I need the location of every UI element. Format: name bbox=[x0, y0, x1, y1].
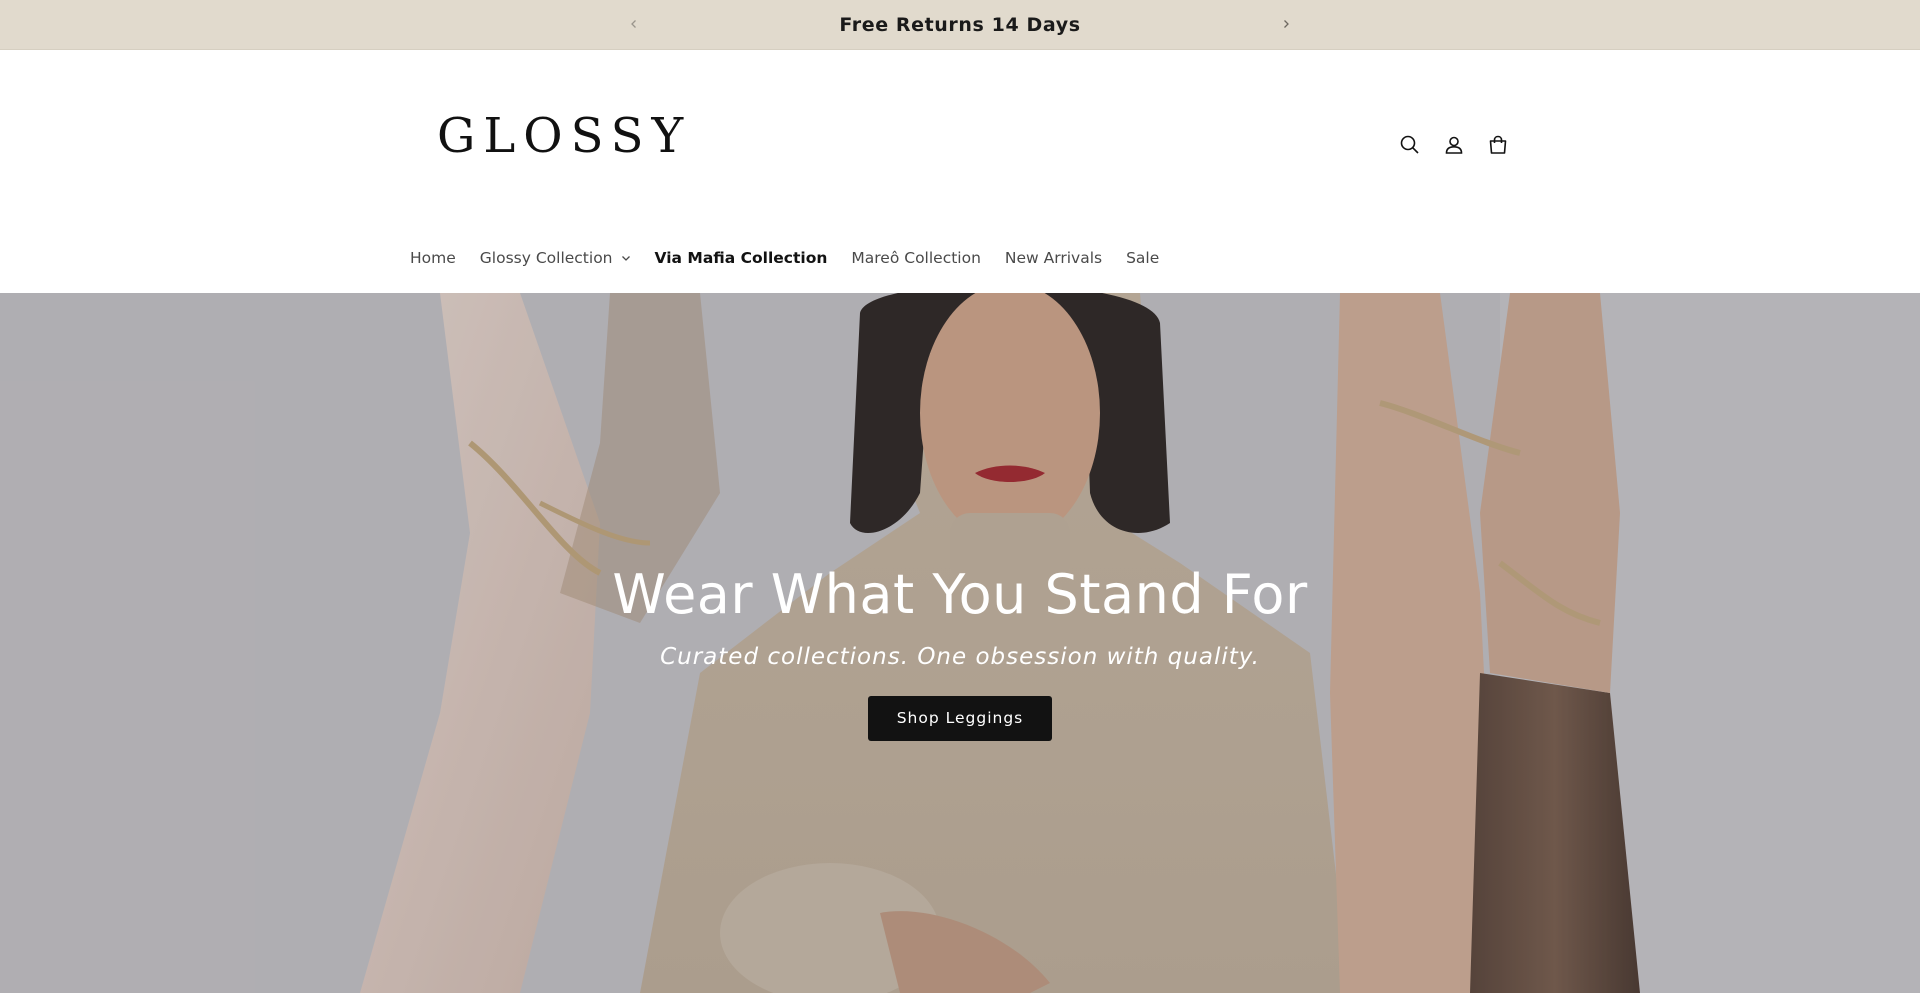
shop-leggings-button[interactable]: Shop Leggings bbox=[867, 695, 1053, 741]
announcement-bar: Free Returns 14 Days bbox=[0, 0, 1920, 50]
hero-content: Wear What You Stand For Curated collecti… bbox=[0, 563, 1920, 741]
search-icon[interactable] bbox=[1398, 133, 1422, 157]
header-icons bbox=[1398, 133, 1510, 157]
nav-item-new-arrivals[interactable]: New Arrivals bbox=[1005, 249, 1102, 267]
hero-subtitle: Curated collections. One obsession with … bbox=[660, 643, 1260, 670]
chevron-right-icon[interactable] bbox=[1274, 12, 1298, 36]
cart-icon[interactable] bbox=[1486, 133, 1510, 157]
nav-item-glossy-collection[interactable]: Glossy Collection bbox=[480, 249, 631, 267]
logo[interactable]: GLOSSY bbox=[437, 112, 691, 160]
chevron-left-icon[interactable] bbox=[622, 12, 646, 36]
site-header: GLOSSY Home Glossy Collection Via Mafia … bbox=[0, 50, 1920, 293]
nav-item-home[interactable]: Home bbox=[410, 249, 456, 267]
nav-item-mareo-collection[interactable]: Mareô Collection bbox=[851, 249, 981, 267]
nav-item-label: Glossy Collection bbox=[479, 249, 613, 267]
hero-title: Wear What You Stand For bbox=[612, 563, 1308, 626]
main-nav: Home Glossy Collection Via Mafia Collect… bbox=[410, 249, 1183, 267]
announcement-text: Free Returns 14 Days bbox=[839, 13, 1081, 36]
hero-banner: Wear What You Stand For Curated collecti… bbox=[0, 293, 1920, 993]
nav-item-via-mafia-collection[interactable]: Via Mafia Collection bbox=[655, 249, 828, 267]
account-icon[interactable] bbox=[1442, 133, 1466, 157]
nav-item-sale[interactable]: Sale bbox=[1126, 249, 1159, 267]
chevron-down-icon bbox=[621, 255, 631, 262]
